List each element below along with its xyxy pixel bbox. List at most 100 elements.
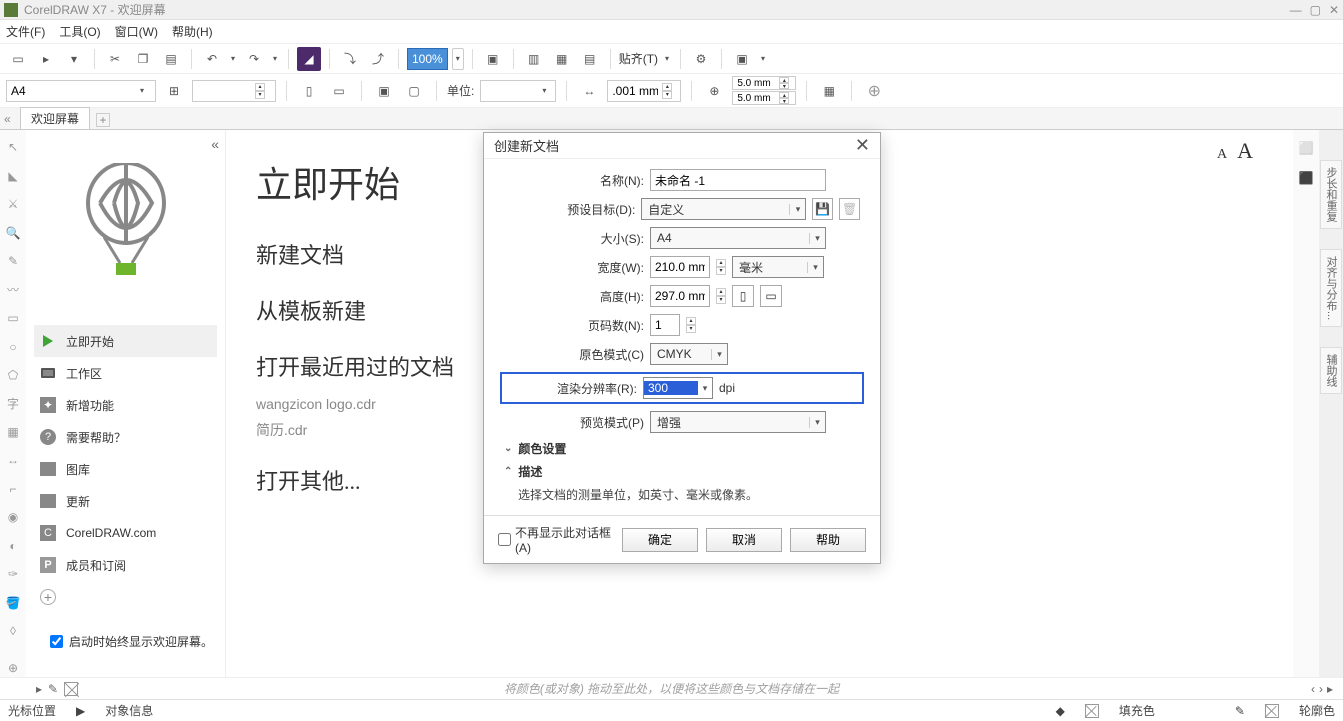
tab-welcome[interactable]: 欢迎屏幕 — [20, 107, 90, 129]
close-button[interactable]: ✕ — [1329, 3, 1339, 17]
transparency-tool-icon[interactable]: ◐ — [3, 537, 23, 555]
menu-window[interactable]: 窗口(W) — [115, 23, 158, 40]
fullscreen-icon[interactable]: ▣ — [481, 47, 505, 71]
zoom-tool-icon[interactable]: 🔍 — [3, 223, 23, 241]
width-input[interactable] — [650, 256, 710, 278]
dont-show-input[interactable] — [498, 533, 511, 546]
dont-show-checkbox[interactable]: 不再显示此对话框(A) — [498, 524, 614, 555]
dup-y-input[interactable] — [733, 92, 779, 104]
quick-customize-icon[interactable]: ⊕ — [3, 658, 23, 676]
docker-guidelines[interactable]: 辅助线 — [1320, 347, 1342, 394]
add-plus-icon[interactable]: ⊕ — [862, 79, 886, 103]
snap-label[interactable]: 贴齐(T) — [619, 50, 658, 67]
app-drop-icon[interactable]: ▾ — [758, 47, 768, 71]
freehand-tool-icon[interactable]: ✎ — [3, 252, 23, 270]
palette-noswatch[interactable] — [64, 682, 78, 696]
maximize-button[interactable]: ▢ — [1310, 3, 1321, 17]
outline-swatch[interactable] — [1265, 704, 1279, 718]
nudge-spinner[interactable]: ▴▾ — [662, 83, 672, 99]
portrait-button[interactable]: ▯ — [732, 285, 754, 307]
crop-tool-icon[interactable]: ⚔ — [3, 195, 23, 213]
preview-combo[interactable]: 增强▾ — [650, 411, 826, 433]
undo-drop-icon[interactable]: ▾ — [228, 47, 238, 71]
dup-y-combo[interactable]: ▴▾ — [732, 91, 796, 105]
width-unit-combo[interactable]: 毫米▾ — [732, 256, 824, 278]
eyedropper-tool-icon[interactable]: ✑ — [3, 565, 23, 583]
docker-step-repeat[interactable]: 步长和重复 — [1320, 160, 1342, 229]
dup-x-spinner[interactable]: ▴▾ — [779, 77, 789, 89]
ellipse-tool-icon[interactable]: ○ — [3, 337, 23, 355]
copy-icon[interactable]: ❐ — [131, 47, 155, 71]
nudge-input[interactable] — [608, 81, 662, 101]
redo-drop-icon[interactable]: ▾ — [270, 47, 280, 71]
minimize-button[interactable]: — — [1290, 3, 1302, 17]
description-section[interactable]: ⌃描述 — [504, 463, 860, 480]
import-icon[interactable]: ⤵ — [338, 47, 362, 71]
snap-drop-icon[interactable]: ▾ — [662, 47, 672, 71]
outline-tool-icon[interactable]: ◊ — [3, 622, 23, 640]
color-swatch-icon[interactable]: ⬜ — [1296, 138, 1316, 158]
palette-scroll-left-icon[interactable]: ‹ — [1311, 682, 1315, 696]
artistic-media-icon[interactable]: 〰 — [3, 280, 23, 298]
cancel-button[interactable]: 取消 — [706, 528, 782, 552]
dup-x-combo[interactable]: ▴▾ — [732, 76, 796, 90]
unit-combo[interactable]: ▾ — [480, 80, 556, 102]
resolution-combo[interactable]: 300▾ — [643, 377, 713, 399]
open-icon[interactable]: ▸ — [34, 47, 58, 71]
app-launcher-icon[interactable]: ▣ — [730, 47, 754, 71]
delete-preset-button[interactable]: 🗑 — [839, 198, 860, 220]
ok-button[interactable]: 确定 — [622, 528, 698, 552]
sidebar-item-4[interactable]: 图库 — [34, 453, 217, 485]
shape-tool-icon[interactable]: ◣ — [3, 166, 23, 184]
connector-tool-icon[interactable]: ⌐ — [3, 480, 23, 498]
rectangle-tool-icon[interactable]: ▭ — [3, 309, 23, 327]
menu-file[interactable]: 文件(F) — [6, 23, 45, 40]
dialog-close-button[interactable]: ✕ — [855, 135, 870, 156]
unit-input[interactable] — [481, 81, 537, 101]
sidebar-item-7[interactable]: P成员和订阅 — [34, 549, 217, 581]
table-tool-icon[interactable]: ▦ — [3, 423, 23, 441]
page-size-combo[interactable]: ▾ — [6, 80, 156, 102]
page-size-input[interactable] — [7, 81, 135, 101]
undo-icon[interactable]: ↶ — [200, 47, 224, 71]
effects-tool-icon[interactable]: ◉ — [3, 508, 23, 526]
new-icon[interactable]: ▭ — [6, 47, 30, 71]
name-input[interactable] — [650, 169, 826, 191]
palette-menu-icon[interactable]: ▸ — [1327, 682, 1333, 696]
snap-grid-icon[interactable]: ▦ — [550, 47, 574, 71]
zoom-combo[interactable]: 100% — [407, 48, 448, 70]
collapse-icon[interactable]: « — [211, 136, 219, 152]
palette-eyedrop-icon[interactable]: ✎ — [48, 682, 58, 696]
show-on-startup-input[interactable] — [50, 635, 63, 648]
paste-icon[interactable]: ▤ — [159, 47, 183, 71]
pick-tool-icon[interactable]: ↖ — [3, 138, 23, 156]
landscape-button[interactable]: ▭ — [760, 285, 782, 307]
dup-y-spinner[interactable]: ▴▾ — [779, 92, 789, 104]
pages-spinner[interactable]: ▴▾ — [686, 317, 696, 333]
redo-icon[interactable]: ↷ — [242, 47, 266, 71]
sidebar-item-3[interactable]: ?需要帮助？ — [34, 421, 217, 453]
palette-scroll-right-icon[interactable]: › — [1319, 682, 1323, 696]
tab-scroll-left-icon[interactable]: « — [4, 112, 11, 126]
save-icon[interactable]: ▾ — [62, 47, 86, 71]
colormode-combo[interactable]: CMYK▾ — [650, 343, 728, 365]
color-black-icon[interactable]: ⬛ — [1296, 168, 1316, 188]
sidebar-item-2[interactable]: ✦新增功能 — [34, 389, 217, 421]
menu-help[interactable]: 帮助(H) — [172, 23, 213, 40]
polygon-tool-icon[interactable]: ⬠ — [3, 366, 23, 384]
height-input[interactable] — [650, 285, 710, 307]
sidebar-add[interactable]: + — [34, 581, 217, 613]
sidebar-item-1[interactable]: 工作区 — [34, 357, 217, 389]
height-spinner[interactable]: ▴▾ — [716, 288, 726, 304]
size-combo[interactable]: A4▾ — [650, 227, 826, 249]
dimension-tool-icon[interactable]: ↔ — [3, 451, 23, 469]
options-icon[interactable]: ⚙ — [689, 47, 713, 71]
width-spinner[interactable]: ▴▾ — [255, 83, 265, 99]
fill-tool-icon[interactable]: 🪣 — [3, 594, 23, 612]
tab-add-button[interactable]: + — [96, 113, 110, 127]
sidebar-item-6[interactable]: CCorelDRAW.com — [34, 517, 217, 549]
landscape-icon[interactable]: ▭ — [327, 79, 351, 103]
zoom-drop-icon[interactable]: ▾ — [452, 48, 464, 70]
snap-rulers-icon[interactable]: ▥ — [522, 47, 546, 71]
launch-icon[interactable]: ◢ — [297, 47, 321, 71]
